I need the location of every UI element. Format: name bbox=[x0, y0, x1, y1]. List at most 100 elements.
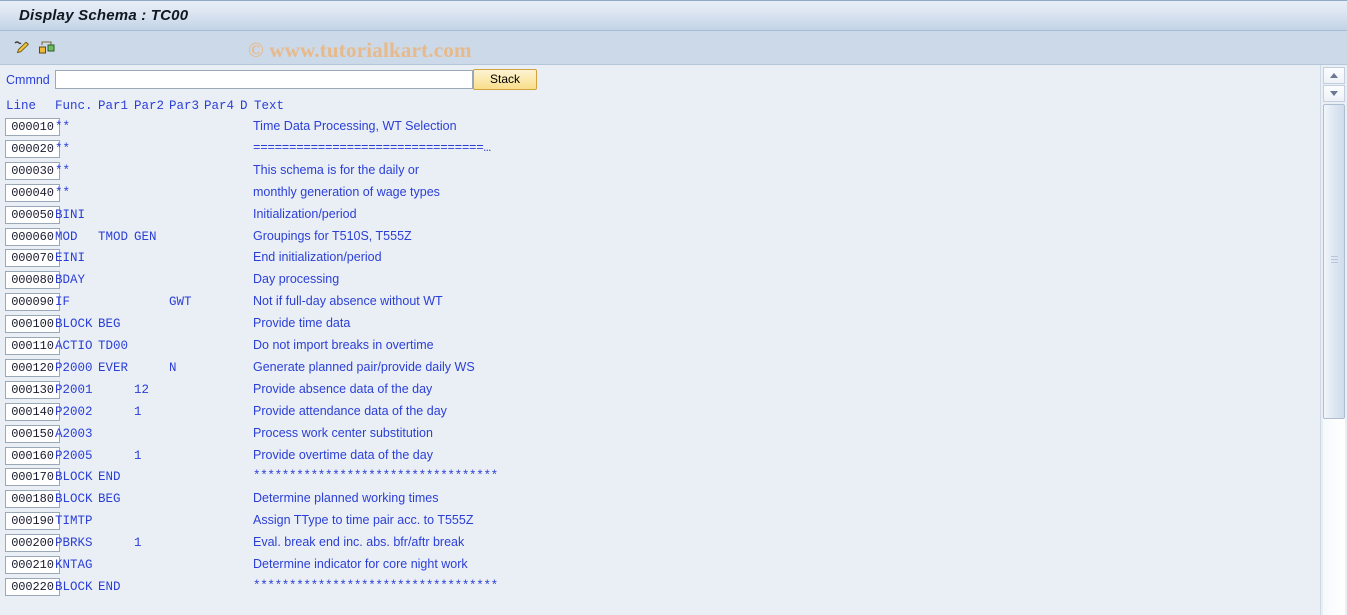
row-line-number[interactable]: 000030 bbox=[5, 161, 60, 180]
row-cell-text[interactable]: Do not import breaks in overtime bbox=[253, 338, 434, 352]
row-cell-par1[interactable]: TD00 bbox=[98, 339, 128, 353]
row-cell-par1[interactable]: END bbox=[98, 580, 121, 594]
vertical-scrollbar[interactable] bbox=[1320, 65, 1347, 615]
row-line-number[interactable]: 000200 bbox=[5, 534, 60, 553]
table-row[interactable]: 000120 P2000 EVER N Generate planned pair/pr… bbox=[0, 358, 1320, 380]
row-cell-text[interactable]: Initialization/period bbox=[253, 207, 357, 221]
row-line-number[interactable]: 000190 bbox=[5, 512, 60, 531]
row-line-number[interactable]: 000050 bbox=[5, 205, 60, 224]
row-cell-text[interactable]: ********************************** bbox=[253, 579, 498, 593]
row-cell-text[interactable]: Provide absence data of the day bbox=[253, 382, 432, 396]
edit-pencil-icon[interactable] bbox=[12, 38, 32, 58]
row-line-number[interactable]: 000160 bbox=[5, 446, 60, 465]
row-line-number[interactable]: 000140 bbox=[5, 402, 60, 421]
row-cell-text[interactable]: Assign TType to time pair acc. to T555Z bbox=[253, 513, 473, 527]
stack-button[interactable]: Stack bbox=[473, 69, 537, 90]
table-row[interactable]: 000160 P2005 1 Provide overtime data of the… bbox=[0, 446, 1320, 468]
row-line-number[interactable]: 000170 bbox=[5, 468, 60, 487]
row-cell-text[interactable]: ================================… bbox=[253, 141, 491, 155]
row-cell-par1[interactable]: BEG bbox=[98, 492, 121, 506]
row-cell-text[interactable]: Not if full-day absence without WT bbox=[253, 294, 443, 308]
row-cell-func[interactable]: P2005 bbox=[55, 449, 93, 463]
hierarchy-structure-icon[interactable] bbox=[37, 38, 57, 58]
row-line-number[interactable]: 000080 bbox=[5, 271, 60, 290]
table-row[interactable]: 000100 BLOCK BEG Provide time data bbox=[0, 314, 1320, 336]
row-line-number[interactable]: 000040 bbox=[5, 183, 60, 202]
row-cell-text[interactable]: Determine planned working times bbox=[253, 491, 439, 505]
row-cell-par1[interactable]: END bbox=[98, 470, 121, 484]
row-cell-func[interactable]: P2001 bbox=[55, 383, 93, 397]
row-cell-func[interactable]: BDAY bbox=[55, 273, 85, 287]
row-line-number[interactable]: 000100 bbox=[5, 315, 60, 334]
row-cell-par3[interactable]: N bbox=[169, 361, 177, 375]
row-cell-par1[interactable]: EVER bbox=[98, 361, 128, 375]
row-cell-func[interactable]: BLOCK bbox=[55, 580, 93, 594]
table-row[interactable]: 000140 P2002 1 Provide attendance data of t… bbox=[0, 402, 1320, 424]
row-cell-func[interactable]: BINI bbox=[55, 208, 85, 222]
row-cell-func[interactable]: ACTIO bbox=[55, 339, 93, 353]
table-row[interactable]: 000070 EINI End initialization/period bbox=[0, 248, 1320, 270]
row-cell-func[interactable]: A2003 bbox=[55, 427, 93, 441]
command-input[interactable] bbox=[55, 70, 473, 89]
table-row[interactable]: 000110 ACTIO TD00 Do not import breaks in o… bbox=[0, 336, 1320, 358]
table-row[interactable]: 000020 ** ================================… bbox=[0, 139, 1320, 161]
row-cell-par2[interactable]: 12 bbox=[134, 383, 149, 397]
row-cell-func[interactable]: KNTAG bbox=[55, 558, 93, 572]
row-cell-text[interactable]: ********************************** bbox=[253, 469, 498, 483]
row-line-number[interactable]: 000150 bbox=[5, 424, 60, 443]
row-cell-func[interactable]: BLOCK bbox=[55, 492, 93, 506]
row-line-number[interactable]: 000210 bbox=[5, 556, 60, 574]
table-row[interactable]: 000010 ** Time Data Processing, WT Selecti… bbox=[0, 117, 1320, 139]
row-cell-par2[interactable]: 1 bbox=[134, 449, 142, 463]
row-line-number[interactable]: 000120 bbox=[5, 358, 60, 377]
row-cell-func[interactable]: ** bbox=[55, 186, 70, 200]
row-cell-func[interactable]: BLOCK bbox=[55, 470, 93, 484]
row-cell-func[interactable]: EINI bbox=[55, 251, 85, 265]
row-cell-func[interactable]: PBRKS bbox=[55, 536, 93, 550]
row-cell-par2[interactable]: GEN bbox=[134, 230, 157, 244]
row-cell-func[interactable]: BLOCK bbox=[55, 317, 93, 331]
row-cell-text[interactable]: Eval. break end inc. abs. bfr/aftr break bbox=[253, 535, 464, 549]
row-line-number[interactable]: 000220 bbox=[5, 577, 60, 596]
row-cell-par2[interactable]: 1 bbox=[134, 536, 142, 550]
row-cell-par3[interactable]: GWT bbox=[169, 295, 192, 309]
row-cell-text[interactable]: This schema is for the daily or bbox=[253, 163, 419, 177]
scroll-down-arrow-icon[interactable] bbox=[1323, 85, 1345, 102]
table-row[interactable]: 000170 BLOCK END **************************… bbox=[0, 467, 1320, 489]
row-cell-func[interactable]: IF bbox=[55, 295, 70, 309]
row-cell-text[interactable]: Day processing bbox=[253, 272, 339, 286]
row-line-number[interactable]: 000110 bbox=[5, 337, 60, 355]
row-cell-text[interactable]: Provide time data bbox=[253, 316, 350, 330]
row-line-number[interactable]: 000130 bbox=[5, 380, 60, 399]
table-row[interactable]: 000090 IF GWT Not if full-day absence witho… bbox=[0, 292, 1320, 314]
row-cell-func[interactable]: ** bbox=[55, 142, 70, 156]
table-row[interactable]: 000030 ** This schema is for the daily or bbox=[0, 161, 1320, 183]
row-line-number[interactable]: 000090 bbox=[5, 293, 60, 312]
row-line-number[interactable]: 000010 bbox=[5, 118, 60, 136]
row-cell-text[interactable]: Process work center substitution bbox=[253, 426, 433, 440]
row-cell-text[interactable]: Provide overtime data of the day bbox=[253, 448, 433, 462]
table-row[interactable]: 000060 MOD TMOD GEN Groupings for T510S, T55… bbox=[0, 227, 1320, 249]
row-cell-text[interactable]: Groupings for T510S, T555Z bbox=[253, 229, 412, 243]
row-line-number[interactable]: 000020 bbox=[5, 139, 60, 158]
table-row[interactable]: 000200 PBRKS 1 Eval. break end inc. abs. bf… bbox=[0, 533, 1320, 555]
table-row[interactable]: 000180 BLOCK BEG Determine planned working … bbox=[0, 489, 1320, 511]
row-cell-text[interactable]: Provide attendance data of the day bbox=[253, 404, 447, 418]
table-row[interactable]: 000220 BLOCK END **************************… bbox=[0, 577, 1320, 599]
row-cell-text[interactable]: End initialization/period bbox=[253, 250, 382, 264]
scrollbar-thumb[interactable] bbox=[1323, 104, 1345, 419]
row-cell-func[interactable]: MOD bbox=[55, 230, 78, 244]
table-row[interactable]: 000130 P2001 12 Provide absence data of the… bbox=[0, 380, 1320, 402]
table-row[interactable]: 000080 BDAY Day processing bbox=[0, 270, 1320, 292]
table-row[interactable]: 000150 A2003 Process work center substitut… bbox=[0, 424, 1320, 446]
row-cell-par2[interactable]: 1 bbox=[134, 405, 142, 419]
table-row[interactable]: 000040 ** monthly generation of wage types bbox=[0, 183, 1320, 205]
scroll-up-arrow-icon[interactable] bbox=[1323, 67, 1345, 84]
table-row[interactable]: 000050 BINI Initialization/period bbox=[0, 205, 1320, 227]
row-cell-func[interactable]: TIMTP bbox=[55, 514, 93, 528]
row-line-number[interactable]: 000070 bbox=[5, 249, 60, 268]
row-cell-text[interactable]: Determine indicator for core night work bbox=[253, 557, 468, 571]
row-cell-par1[interactable]: TMOD bbox=[98, 230, 128, 244]
row-line-number[interactable]: 000060 bbox=[5, 227, 60, 246]
table-row[interactable]: 000210 KNTAG Determine indicator for core … bbox=[0, 555, 1320, 577]
